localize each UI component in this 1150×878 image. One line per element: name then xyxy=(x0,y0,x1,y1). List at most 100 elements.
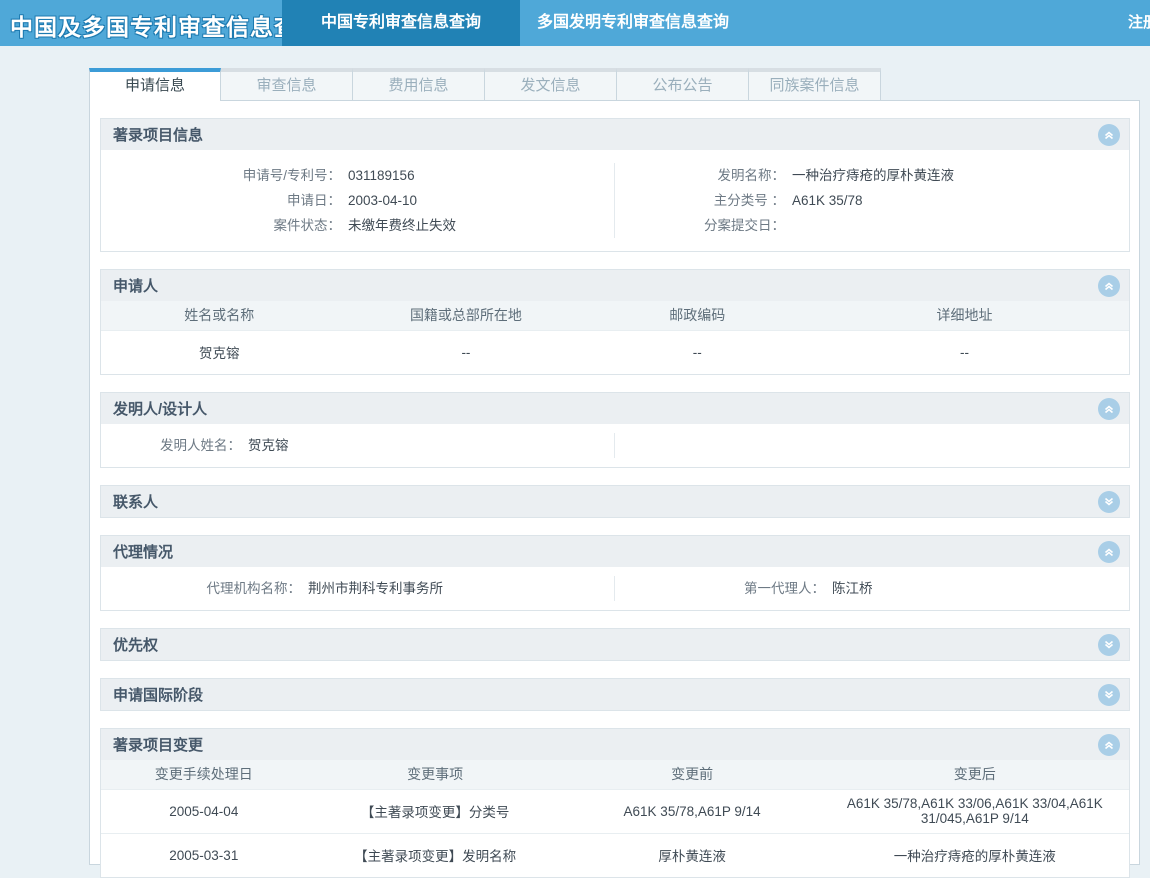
biblio-left-column: 申请号/专利号： 031189156 申请日： 2003-04-10 案件状态：… xyxy=(101,163,615,238)
section-international-header: 申请国际阶段 xyxy=(101,679,1129,710)
field-label: 第一代理人： xyxy=(615,576,825,601)
field-row: 第一代理人： 陈江桥 xyxy=(615,576,1129,601)
chevron-double-up-icon[interactable] xyxy=(1098,124,1120,146)
table-row: 2005-04-04 【主著录项变更】分类号 A61K 35/78,A61P 9… xyxy=(101,789,1129,833)
column-header: 邮政编码 xyxy=(594,301,800,330)
site-title: 中国及多国专利审查信息查询 xyxy=(10,8,322,42)
section-biblio-body: 申请号/专利号： 031189156 申请日： 2003-04-10 案件状态：… xyxy=(101,150,1129,251)
section-title: 代理情况 xyxy=(113,541,1098,562)
field-value: 贺克镕 xyxy=(241,433,289,458)
nav-tab-multi-country[interactable]: 多国发明专利审查信息查询 xyxy=(537,0,729,46)
field-label: 分案提交日： xyxy=(615,213,785,238)
chevron-double-down-icon[interactable] xyxy=(1098,634,1120,656)
field-row: 分案提交日： xyxy=(615,213,1129,238)
field-row: 代理机构名称： 荆州市荆科专利事务所 xyxy=(101,576,614,601)
section-inventor-header: 发明人/设计人 xyxy=(101,393,1129,424)
section-title: 著录项目信息 xyxy=(113,124,1098,145)
column-header: 姓名或名称 xyxy=(101,301,337,330)
agency-left-column: 代理机构名称： 荆州市荆科专利事务所 xyxy=(101,576,615,601)
table-header-row: 变更手续处理日 变更事项 变更前 变更后 xyxy=(101,760,1129,789)
cell-before-change: A61K 35/78,A61P 9/14 xyxy=(564,789,821,833)
register-link[interactable]: 注册 xyxy=(1128,0,1150,46)
field-label: 代理机构名称： xyxy=(101,576,301,601)
field-row: 发明名称： 一种治疗痔疮的厚朴黄连液 xyxy=(615,163,1129,188)
column-header: 变更事项 xyxy=(307,760,564,789)
section-priority: 优先权 xyxy=(100,628,1130,661)
section-inventor: 发明人/设计人 发明人姓名： 贺克镕 xyxy=(100,392,1130,468)
field-value: 031189156 xyxy=(341,163,415,188)
field-value: 一种治疗痔疮的厚朴黄连液 xyxy=(785,163,954,188)
section-applicant: 申请人 姓名或名称 国籍或总部所在地 邮政编码 详细地址 贺克镕 -- -- xyxy=(100,269,1130,375)
tab-publication-info[interactable]: 公布公告 xyxy=(617,68,749,101)
field-value: 未缴年费终止失效 xyxy=(341,213,456,238)
column-header: 变更后 xyxy=(821,760,1129,789)
section-title: 优先权 xyxy=(113,634,1098,655)
tab-application-info[interactable]: 申请信息 xyxy=(89,68,221,101)
field-label: 主分类号 ： xyxy=(615,188,785,213)
field-row: 申请日： 2003-04-10 xyxy=(101,188,614,213)
chevron-double-down-icon[interactable] xyxy=(1098,684,1120,706)
section-priority-header: 优先权 xyxy=(101,629,1129,660)
nav-tab-china-patent[interactable]: 中国专利审查信息查询 xyxy=(282,0,520,46)
section-title: 著录项目变更 xyxy=(113,734,1098,755)
agency-right-column: 第一代理人： 陈江桥 xyxy=(615,576,1129,601)
tab-examination-info[interactable]: 审查信息 xyxy=(221,68,353,101)
field-row: 案件状态： 未缴年费终止失效 xyxy=(101,213,614,238)
cell-postcode: -- xyxy=(594,330,800,374)
field-label: 发明人姓名： xyxy=(101,433,241,458)
inventor-left-column: 发明人姓名： 贺克镕 xyxy=(101,433,615,458)
section-agency-header: 代理情况 xyxy=(101,536,1129,567)
tab-notification-info[interactable]: 发文信息 xyxy=(485,68,617,101)
section-biblio-header: 著录项目信息 xyxy=(101,119,1129,150)
field-value: 陈江桥 xyxy=(825,576,873,601)
field-value: A61K 35/78 xyxy=(785,188,863,213)
chevron-double-up-icon[interactable] xyxy=(1098,275,1120,297)
cell-change-item: 【主著录项变更】发明名称 xyxy=(307,833,564,877)
tab-fee-info[interactable]: 费用信息 xyxy=(353,68,485,101)
chevron-double-up-icon[interactable] xyxy=(1098,734,1120,756)
section-title: 联系人 xyxy=(113,491,1098,512)
section-agency: 代理情况 代理机构名称： 荆州市荆科专利事务所 第一代理人： 陈江桥 xyxy=(100,535,1130,611)
detail-tabbar: 申请信息 审查信息 费用信息 发文信息 公布公告 同族案件信息 xyxy=(89,68,1140,101)
field-row: 主分类号 ： A61K 35/78 xyxy=(615,188,1129,213)
cell-after-change: A61K 35/78,A61K 33/06,A61K 33/04,A61K 31… xyxy=(821,789,1129,833)
section-changes: 著录项目变更 变更手续处理日 变更事项 变更前 变更后 2005-04-04 【… xyxy=(100,728,1130,878)
biblio-right-column: 发明名称： 一种治疗痔疮的厚朴黄连液 主分类号 ： A61K 35/78 分案提… xyxy=(615,163,1129,238)
table-header-row: 姓名或名称 国籍或总部所在地 邮政编码 详细地址 xyxy=(101,301,1129,330)
field-value: 荆州市荆科专利事务所 xyxy=(301,576,443,601)
field-label: 发明名称： xyxy=(615,163,785,188)
cell-after-change: 一种治疗痔疮的厚朴黄连液 xyxy=(821,833,1129,877)
section-applicant-header: 申请人 xyxy=(101,270,1129,301)
table-row: 贺克镕 -- -- -- xyxy=(101,330,1129,374)
inventor-right-column xyxy=(615,433,1129,458)
field-label: 申请日： xyxy=(101,188,341,213)
tab-patent-family-info[interactable]: 同族案件信息 xyxy=(749,68,881,101)
field-value: 2003-04-10 xyxy=(341,188,417,213)
column-header: 国籍或总部所在地 xyxy=(337,301,594,330)
section-biblio: 著录项目信息 申请号/专利号： 031189156 申请日： 2003-04-1… xyxy=(100,118,1130,252)
section-changes-header: 著录项目变更 xyxy=(101,729,1129,760)
chevron-double-down-icon[interactable] xyxy=(1098,491,1120,513)
chevron-double-up-icon[interactable] xyxy=(1098,541,1120,563)
cell-change-date: 2005-03-31 xyxy=(101,833,307,877)
cell-nationality: -- xyxy=(337,330,594,374)
cell-change-date: 2005-04-04 xyxy=(101,789,307,833)
field-row: 申请号/专利号： 031189156 xyxy=(101,163,614,188)
field-label: 案件状态： xyxy=(101,213,341,238)
app-header: 中国及多国专利审查信息查询 中国专利审查信息查询 多国发明专利审查信息查询 注册 xyxy=(0,0,1150,46)
field-value xyxy=(785,213,792,238)
cell-address: -- xyxy=(800,330,1129,374)
applicant-table: 姓名或名称 国籍或总部所在地 邮政编码 详细地址 贺克镕 -- -- -- xyxy=(101,301,1129,374)
section-international: 申请国际阶段 xyxy=(100,678,1130,711)
cell-before-change: 厚朴黄连液 xyxy=(564,833,821,877)
section-contact: 联系人 xyxy=(100,485,1130,518)
chevron-double-up-icon[interactable] xyxy=(1098,398,1120,420)
content-panel: 著录项目信息 申请号/专利号： 031189156 申请日： 2003-04-1… xyxy=(89,100,1140,865)
cell-applicant-name: 贺克镕 xyxy=(101,330,337,374)
column-header: 变更前 xyxy=(564,760,821,789)
section-inventor-body: 发明人姓名： 贺克镕 xyxy=(101,424,1129,467)
section-contact-header: 联系人 xyxy=(101,486,1129,517)
section-title: 发明人/设计人 xyxy=(113,398,1098,419)
changes-table: 变更手续处理日 变更事项 变更前 变更后 2005-04-04 【主著录项变更】… xyxy=(101,760,1129,877)
cell-change-item: 【主著录项变更】分类号 xyxy=(307,789,564,833)
